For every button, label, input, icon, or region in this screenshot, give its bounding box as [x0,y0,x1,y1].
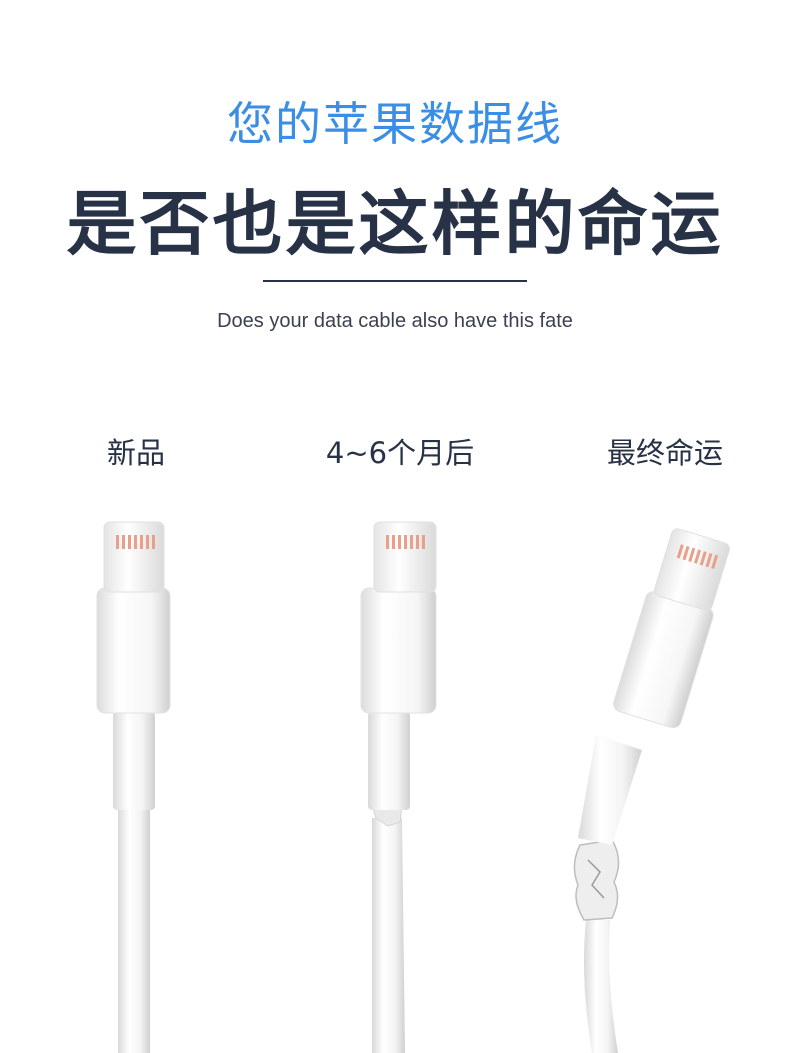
english-caption: Does your data cable also have this fate [217,310,573,332]
stage-label-final: 最终命运 [606,436,723,470]
stage-label-months: 4~6个月后 [325,436,475,470]
stage-label-new: 新品 [106,436,165,470]
cable-illustration [96,521,730,1053]
cable-new [96,521,171,1053]
cable-worn [360,521,437,1053]
divider [263,280,527,282]
subtitle: 您的苹果数据线 [227,97,563,151]
headline: 是否也是这样的命运 [66,183,724,265]
cable-broken [573,528,730,1053]
